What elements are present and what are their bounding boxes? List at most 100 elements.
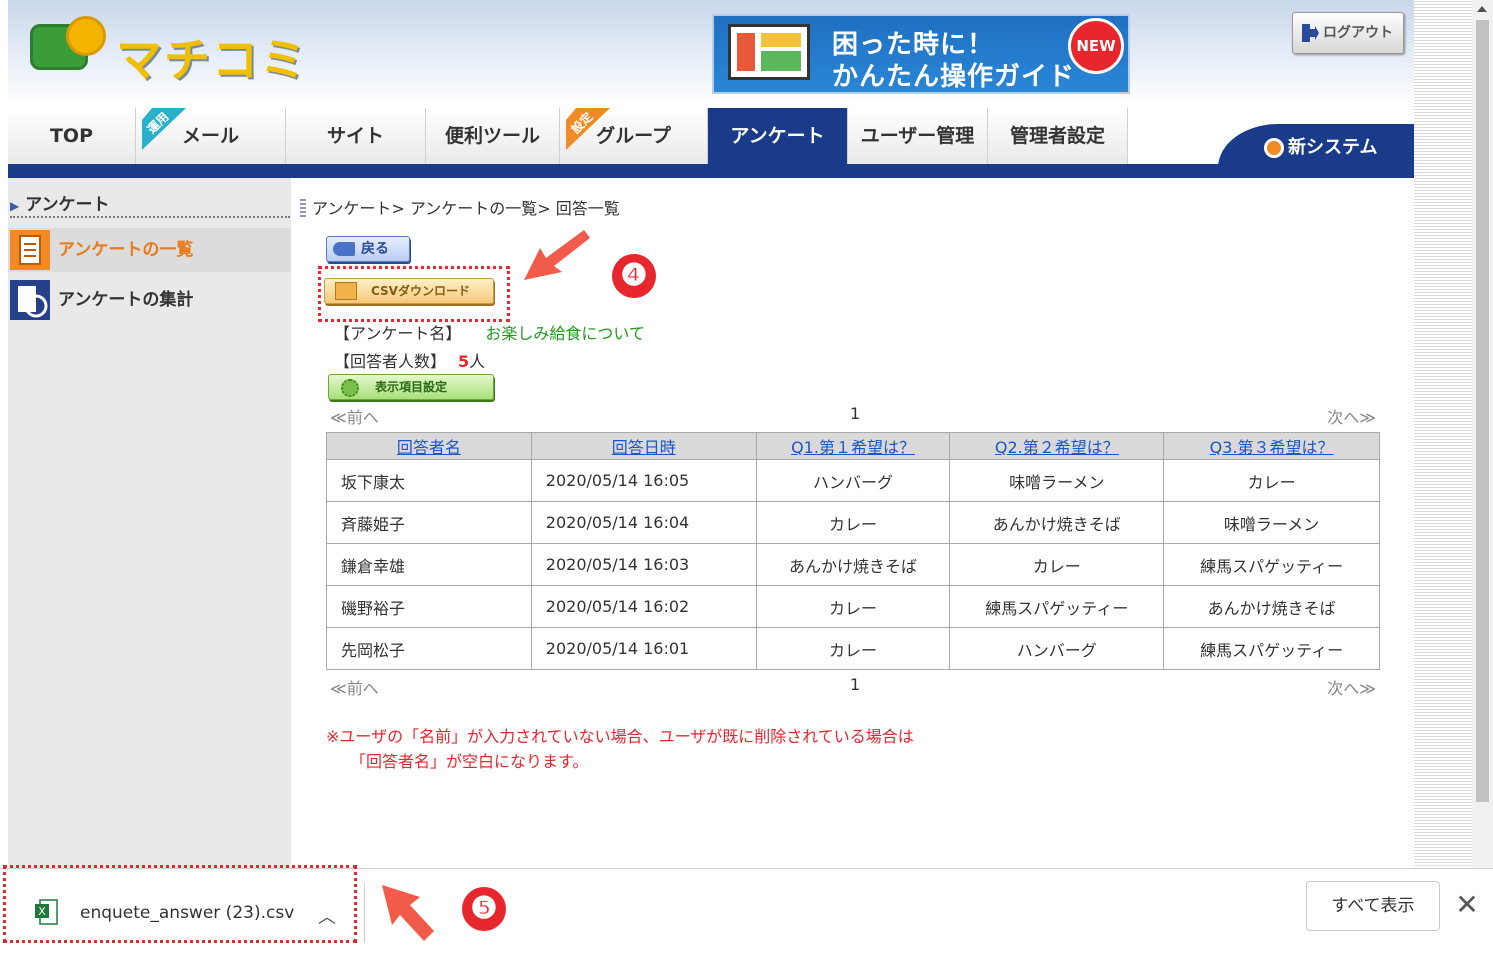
answer-q1: カレー [755, 501, 951, 544]
answer-datetime: 2020/05/14 16:03 [530, 543, 757, 586]
logo-face-icon [66, 16, 106, 56]
survey-name-value: お楽しみ給食について [485, 324, 645, 343]
answer-q1: カレー [755, 627, 951, 670]
list-icon [10, 230, 50, 270]
prev-page-link[interactable]: ≪前へ [330, 675, 379, 699]
tab-mail[interactable]: 運用 メール [136, 108, 286, 164]
back-label: 戻る [361, 241, 389, 257]
table-row: 斉藤姫子 2020/05/14 16:04 カレー あんかけ焼きそば 味噌ラーメ… [326, 501, 1380, 544]
scroll-thumb[interactable] [1476, 20, 1489, 802]
back-button[interactable]: 戻る [326, 236, 410, 262]
table-row: 磯野裕子 2020/05/14 16:02 カレー 練馬スパゲッティー あんかけ… [326, 585, 1380, 628]
sidebar: ▶ アンケート アンケートの一覧 アンケートの集計 [8, 178, 291, 868]
respondent-name: 鎌倉幸雄 [326, 543, 532, 586]
answer-q3: 練馬スパゲッティー [1163, 627, 1380, 670]
box-icon [335, 282, 357, 300]
tab-tools[interactable]: 便利ツール [426, 108, 560, 164]
tab-users-label: ユーザー管理 [860, 125, 975, 147]
column-header[interactable]: Q2.第２希望は？ [949, 432, 1165, 460]
scroll-up-icon[interactable] [1477, 6, 1487, 12]
respondent-name: 坂下康太 [326, 459, 532, 502]
next-page-link[interactable]: 次へ≫ [1327, 404, 1376, 428]
answers-table: 回答者名 回答日時 Q1.第１希望は？ Q2.第２希望は？ Q3.第３希望は？ … [326, 432, 1380, 670]
chevron-up-icon[interactable]: ︿ [318, 903, 336, 929]
new-system-link[interactable]: 新システム [1218, 124, 1414, 168]
sidebar-heading: ▶ アンケート [10, 190, 290, 218]
main-nav: TOP 運用 メール サイト 便利ツール 設定 グループ アンケート ユーザー管… [8, 108, 1414, 178]
answer-q3: 練馬スパゲッティー [1163, 543, 1380, 586]
download-file-name: enquete_answer (23).csv [80, 903, 295, 923]
banner-line2: かんたん操作ガイド [832, 62, 1076, 92]
corner-tag-settings: 設定 [566, 108, 610, 150]
vertical-scrollbar[interactable] [1472, 0, 1493, 868]
table-header-row: 回答者名 回答日時 Q1.第１希望は？ Q2.第２希望は？ Q3.第３希望は？ [326, 432, 1380, 460]
show-all-button[interactable]: すべて表示 [1306, 881, 1440, 931]
answer-q2: 練馬スパゲッティー [949, 585, 1165, 628]
close-icon[interactable]: ✕ [1452, 887, 1482, 923]
guide-banner[interactable]: 困った時に！ かんたん操作ガイド NEW [712, 14, 1130, 94]
sidebar-heading-label: アンケート [25, 195, 110, 215]
answer-q2: カレー [949, 543, 1165, 586]
sidebar-item-survey-list[interactable]: アンケートの一覧 [8, 228, 291, 272]
column-header[interactable]: Q3.第３希望は？ [1163, 432, 1380, 460]
left-margin [0, 0, 8, 860]
pointer-arrow-icon [524, 230, 590, 280]
logo-text: マチコミ [116, 33, 308, 87]
chevron-right-icon: ▶ [10, 199, 20, 213]
respondents-label: 【回答者人数】 [334, 352, 447, 371]
answer-q1: あんかけ焼きそば [755, 543, 951, 586]
tab-admin[interactable]: 管理者設定 [988, 108, 1128, 164]
answer-q3: 味噌ラーメン [1163, 501, 1380, 544]
site-header: マチコミ 困った時に！ かんたん操作ガイド NEW ログアウト [8, 0, 1414, 108]
table-row: 坂下康太 2020/05/14 16:05 ハンバーグ 味噌ラーメン カレー [326, 459, 1380, 502]
machicomi-logo[interactable]: マチコミ [30, 16, 320, 87]
display-settings-button[interactable]: 表示項目設定 [328, 374, 494, 400]
answer-q3: あんかけ焼きそば [1163, 585, 1380, 628]
note-line1: ※ユーザの「名前」が入力されていない場合、ユーザが既に削除されている場合は [326, 727, 914, 746]
pager-top: ≪前へ 1 次へ≫ [326, 404, 1380, 427]
breadcrumb-text: アンケート> アンケートの一覧> 回答一覧 [312, 199, 620, 218]
answer-q1: ハンバーグ [755, 459, 951, 502]
column-header[interactable]: 回答日時 [530, 432, 757, 460]
prev-page-link[interactable]: ≪前へ [330, 404, 379, 428]
tab-admin-label: 管理者設定 [1009, 125, 1105, 147]
page-number[interactable]: 1 [850, 675, 860, 694]
tab-survey[interactable]: アンケート [708, 108, 848, 164]
sidebar-item-survey-tally[interactable]: アンケートの集計 [8, 278, 291, 322]
answer-datetime: 2020/05/14 16:05 [530, 459, 757, 502]
page-number[interactable]: 1 [850, 404, 860, 423]
tab-top-label: TOP [49, 125, 94, 147]
next-page-link[interactable]: 次へ≫ [1327, 675, 1376, 699]
download-bar: X enquete_answer (23).csv ︿ ❺ すべて表示 ✕ [0, 865, 1493, 966]
logout-button[interactable]: ログアウト [1292, 12, 1404, 54]
new-system-label: 新システム [1288, 137, 1378, 158]
logout-icon [1302, 24, 1319, 42]
answer-q2: ハンバーグ [949, 627, 1165, 670]
tab-site[interactable]: サイト [286, 108, 426, 164]
tab-top[interactable]: TOP [8, 108, 136, 164]
tab-group[interactable]: 設定 グループ [560, 108, 708, 164]
sidebar-item-label: アンケートの一覧 [58, 240, 194, 260]
column-header[interactable]: Q1.第１希望は？ [755, 432, 951, 460]
tab-tools-label: 便利ツール [444, 125, 540, 147]
monitor-icon [728, 24, 810, 80]
respondent-name: 磯野裕子 [326, 585, 532, 628]
answer-q3: カレー [1163, 459, 1380, 502]
step-5-badge: ❺ [462, 887, 506, 931]
column-header[interactable]: 回答者名 [326, 432, 532, 460]
survey-name-row: 【アンケート名】 お楽しみ給食について [334, 320, 645, 344]
csv-download-button[interactable]: CSVダウンロード [324, 278, 494, 304]
tab-survey-label: アンケート [730, 125, 825, 147]
svg-text:X: X [38, 905, 46, 918]
answer-datetime: 2020/05/14 16:02 [530, 585, 757, 628]
excel-icon: X [35, 899, 58, 925]
breadcrumb-marker-icon [300, 199, 306, 217]
display-settings-label: 表示項目設定 [375, 380, 448, 394]
tab-users[interactable]: ユーザー管理 [848, 108, 988, 164]
breadcrumb: アンケート> アンケートの一覧> 回答一覧 [300, 195, 620, 219]
respondents-unit: 人 [469, 352, 486, 371]
answer-q2: あんかけ焼きそば [949, 501, 1165, 544]
sidebar-item-label: アンケートの集計 [58, 290, 194, 310]
survey-name-label: 【アンケート名】 [334, 324, 462, 343]
download-item[interactable]: X enquete_answer (23).csv ︿ [16, 891, 346, 935]
